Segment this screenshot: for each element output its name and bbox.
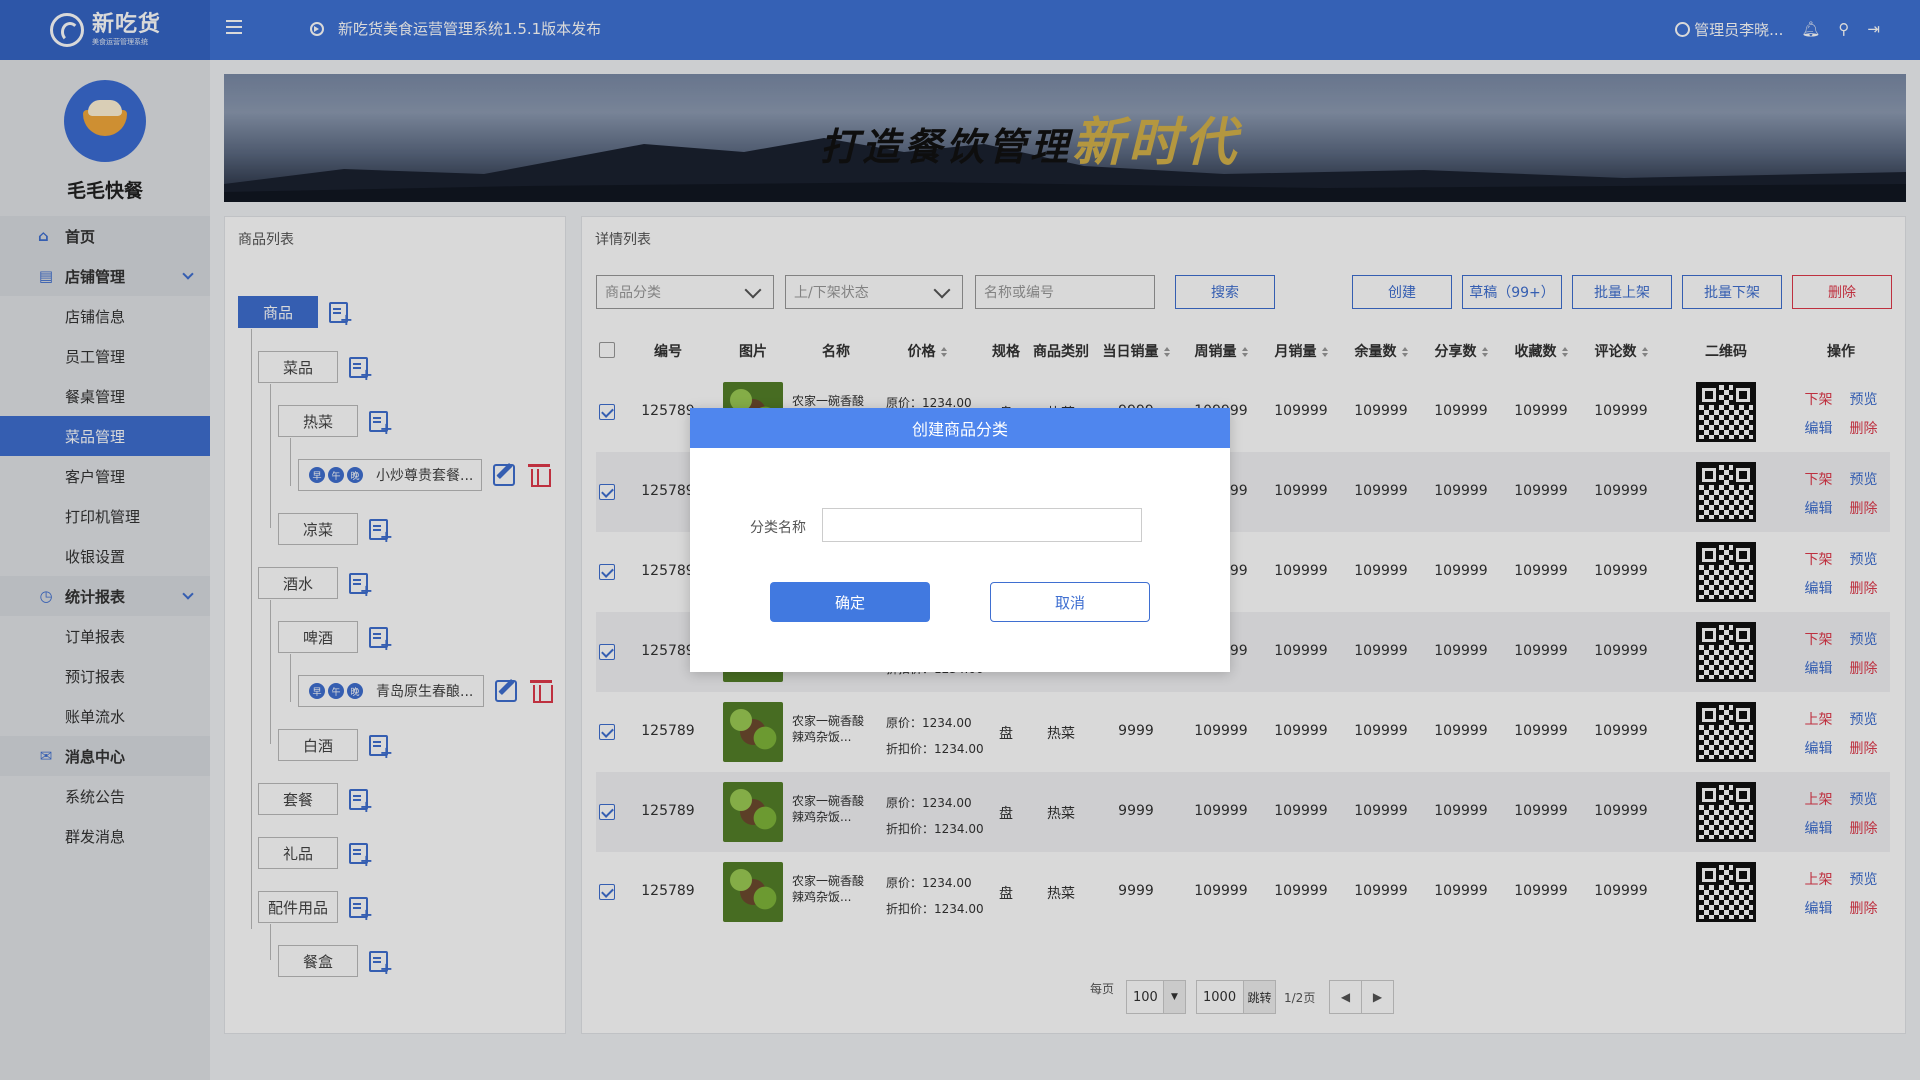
category-name-input[interactable] — [822, 508, 1142, 542]
confirm-button[interactable]: 确定 — [770, 582, 930, 622]
dialog-title: 创建商品分类 — [690, 408, 1230, 448]
category-name-label: 分类名称 — [750, 520, 806, 536]
cancel-button[interactable]: 取消 — [990, 582, 1150, 622]
create-category-dialog: 创建商品分类 分类名称 确定 取消 — [690, 408, 1230, 672]
